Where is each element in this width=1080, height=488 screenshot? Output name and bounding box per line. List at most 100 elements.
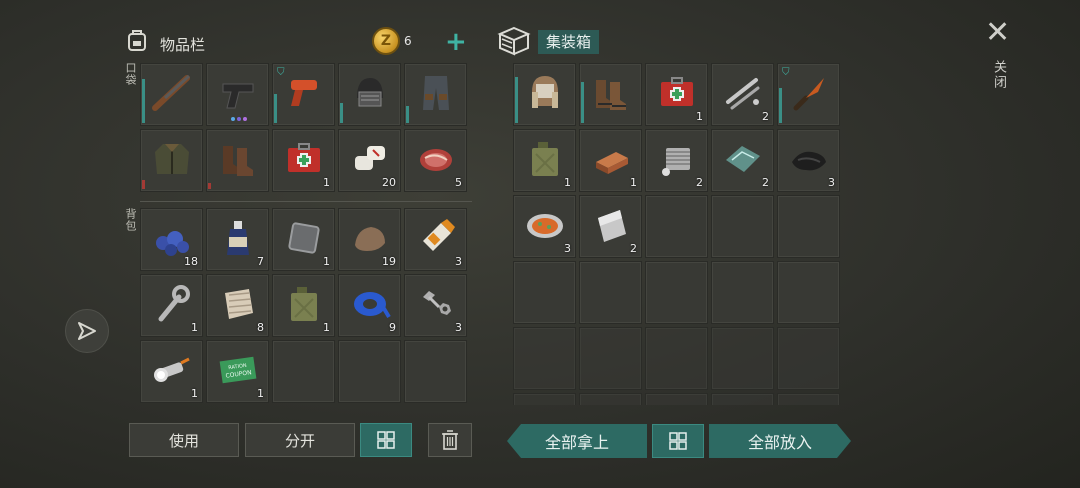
durability-bar	[208, 183, 211, 189]
item-slot[interactable]: 19	[338, 208, 401, 271]
glue-icon	[415, 217, 457, 259]
item-slot[interactable]	[338, 63, 401, 126]
durability-bar	[340, 103, 343, 123]
item-slot[interactable]	[404, 63, 467, 126]
grid-icon	[377, 431, 395, 449]
empty-slot[interactable]	[272, 340, 335, 403]
copper-bar-icon	[590, 138, 632, 180]
coin-icon: Z	[372, 27, 400, 55]
empty-slot[interactable]	[777, 195, 840, 258]
item-slot[interactable]: 2	[579, 195, 642, 258]
item-slot[interactable]: 3	[777, 129, 840, 192]
flashlight-icon	[151, 349, 193, 391]
empty-slot[interactable]	[711, 195, 774, 258]
item-slot[interactable]: RATION COUPON 1	[206, 340, 269, 403]
item-slot[interactable]: 3	[513, 195, 576, 258]
empty-slot[interactable]	[513, 261, 576, 324]
locked-slot	[777, 327, 840, 390]
cloth-icon	[217, 283, 259, 325]
empty-slot[interactable]	[777, 261, 840, 324]
item-slot[interactable]: 1	[272, 274, 335, 337]
item-slot[interactable]: 3	[404, 208, 467, 271]
item-slot[interactable]: 9	[338, 274, 401, 337]
item-slot[interactable]: ⛉	[272, 63, 335, 126]
locked-slot	[711, 393, 774, 405]
item-slot[interactable]: 18	[140, 208, 203, 271]
item-slot[interactable]: 1	[645, 63, 708, 126]
container-title-tab[interactable]: 集装箱	[538, 30, 600, 54]
sort-container-button[interactable]	[652, 424, 704, 458]
empty-slot[interactable]	[711, 261, 774, 324]
empty-slot[interactable]	[579, 261, 642, 324]
durability-bar	[515, 77, 518, 123]
meat-icon	[415, 138, 457, 180]
pipe-icon	[722, 72, 764, 114]
container-grid: 1 2 ⛉ 1 1 2 2 3 3 2	[513, 63, 840, 324]
item-slot[interactable]: 1	[140, 274, 203, 337]
empty-slot[interactable]	[404, 340, 467, 403]
locked-slot	[513, 327, 576, 390]
jerrycan-icon	[283, 283, 325, 325]
blueberries-icon	[151, 217, 193, 259]
item-quantity: 5	[455, 176, 462, 189]
item-slot[interactable]	[513, 63, 576, 126]
empty-slot[interactable]	[645, 261, 708, 324]
item-slot[interactable]: 2	[645, 129, 708, 192]
item-slot[interactable]	[206, 129, 269, 192]
use-button[interactable]: 使用	[129, 423, 239, 457]
item-slot[interactable]	[206, 63, 269, 126]
item-slot[interactable]	[140, 63, 203, 126]
empty-slot[interactable]	[645, 195, 708, 258]
empty-slot[interactable]	[338, 340, 401, 403]
item-quantity: 1	[323, 255, 330, 268]
item-slot[interactable]	[140, 129, 203, 192]
item-slot[interactable]: 1	[272, 129, 335, 192]
take-all-button[interactable]: 全部拿上	[507, 424, 647, 458]
item-quantity: 1	[257, 387, 264, 400]
item-quantity: 3	[455, 255, 462, 268]
item-quantity: 9	[389, 321, 396, 334]
backpack-icon	[124, 27, 150, 57]
put-all-button[interactable]: 全部放入	[709, 424, 851, 458]
trash-button[interactable]	[428, 423, 472, 457]
durability-bar	[142, 180, 145, 189]
item-quantity: 18	[184, 255, 198, 268]
container-grid-locked	[513, 327, 840, 405]
item-slot[interactable]: 20	[338, 129, 401, 192]
item-quantity: 19	[382, 255, 396, 268]
item-quantity: 1	[564, 176, 571, 189]
item-slot[interactable]: 1	[579, 129, 642, 192]
item-quantity: 1	[323, 321, 330, 334]
item-slot[interactable]: 7	[206, 208, 269, 271]
item-slot[interactable]: ⛉	[777, 63, 840, 126]
send-icon[interactable]	[65, 309, 109, 353]
split-button[interactable]: 分开	[245, 423, 355, 457]
item-slot[interactable]	[579, 63, 642, 126]
item-slot[interactable]: 2	[711, 63, 774, 126]
pocket-label: 口袋	[124, 62, 137, 86]
item-slot[interactable]: 1	[272, 208, 335, 271]
item-slot[interactable]: 8	[206, 274, 269, 337]
item-quantity: 1	[191, 387, 198, 400]
item-slot[interactable]: 2	[711, 129, 774, 192]
item-quantity: 2	[762, 176, 769, 189]
inventory-title: 物品栏	[160, 36, 206, 54]
item-slot[interactable]: 5	[404, 129, 467, 192]
work-boots-icon	[590, 72, 632, 114]
close-label[interactable]: 关闭	[989, 60, 1008, 90]
glass-icon	[722, 138, 764, 180]
medkit-icon	[283, 138, 325, 180]
medkit-icon	[656, 72, 698, 114]
close-icon[interactable]: ✕	[985, 18, 1010, 48]
item-quantity: 1	[630, 176, 637, 189]
add-coins-button[interactable]: +	[445, 29, 467, 55]
durability-bar	[142, 79, 145, 123]
durability-bar	[581, 82, 584, 123]
item-slot[interactable]: 3	[404, 274, 467, 337]
lock-icon: ⛉	[277, 67, 285, 78]
item-slot[interactable]: 1	[513, 129, 576, 192]
tape-icon	[349, 283, 391, 325]
sort-inventory-button[interactable]	[360, 423, 412, 457]
item-slot[interactable]: 1	[140, 340, 203, 403]
item-quantity: 3	[455, 321, 462, 334]
